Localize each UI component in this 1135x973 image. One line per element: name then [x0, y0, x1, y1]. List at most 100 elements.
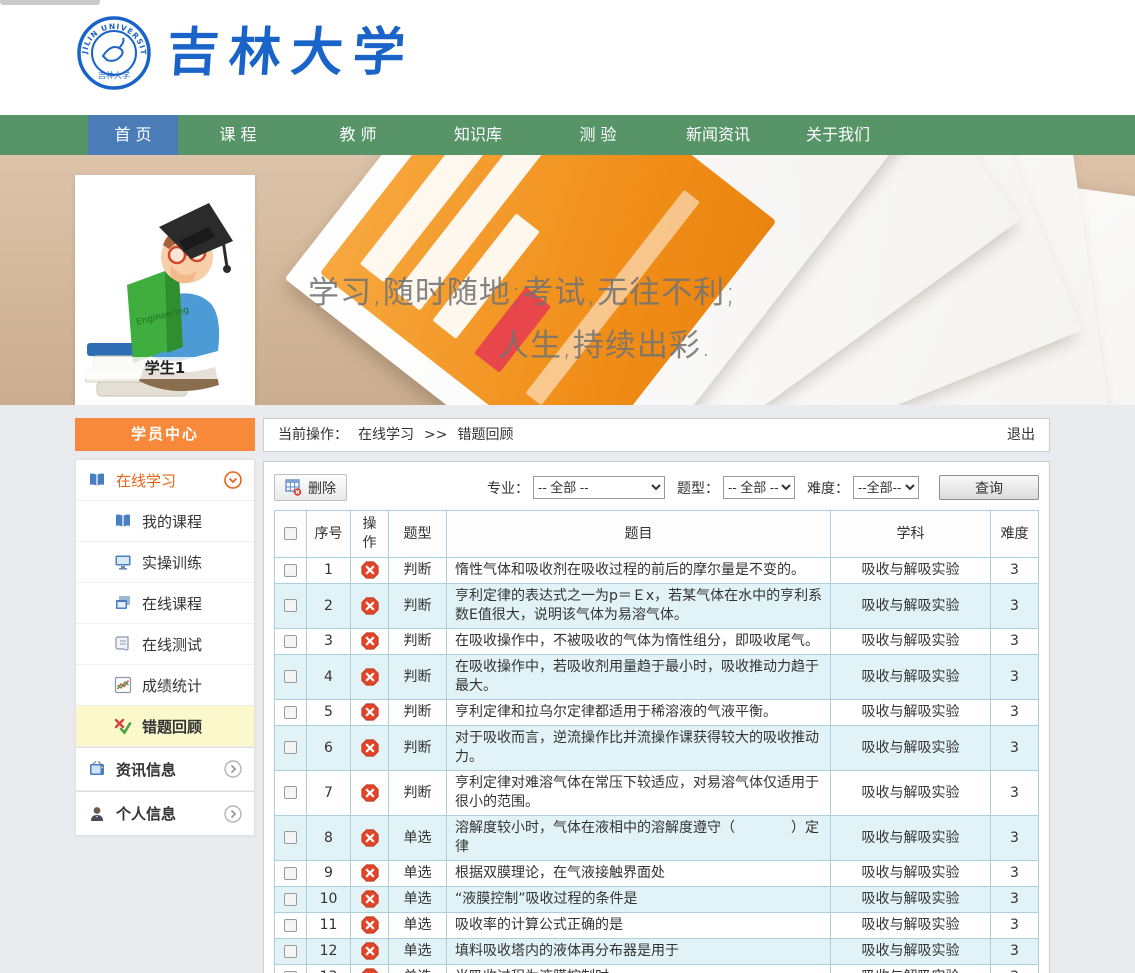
- row-checkbox[interactable]: [284, 919, 297, 932]
- question-difficulty: 3: [991, 629, 1039, 655]
- row-checkbox[interactable]: [284, 867, 297, 880]
- question-subject: 吸收与解吸实验: [831, 558, 991, 584]
- question-type: 判断: [389, 558, 447, 584]
- question-subject: 吸收与解吸实验: [831, 655, 991, 700]
- nav-item-about[interactable]: 关于我们: [778, 115, 898, 155]
- row-checkbox[interactable]: [284, 706, 297, 719]
- table-row: 5 判断 亨利定律和拉乌尔定律都适用于稀溶液的气液平衡。 吸收与解吸实验 3: [275, 700, 1039, 726]
- table-row: 7 判断 亨利定律对难溶气体在常压下较适应，对易溶气体仅适用于很小的范围。 吸收…: [275, 771, 1039, 816]
- col-header-no: 序号: [307, 511, 351, 558]
- question-difficulty: 3: [991, 558, 1039, 584]
- sidebar-item-personal-info[interactable]: 个人信息: [76, 791, 254, 835]
- remove-row-icon[interactable]: [361, 890, 379, 908]
- filter-major-label: 专业：: [487, 478, 529, 498]
- sidebar: 学员中心 在线学习 我的课程: [75, 418, 255, 836]
- remove-row-icon[interactable]: [361, 632, 379, 650]
- question-difficulty: 3: [991, 887, 1039, 913]
- chart-icon: [114, 676, 132, 694]
- chevron-down-circle-icon: [224, 471, 242, 489]
- sidebar-item-score-statistics[interactable]: 成绩统计: [76, 665, 254, 706]
- question-type: 判断: [389, 700, 447, 726]
- question-type: 判断: [389, 726, 447, 771]
- remove-row-icon[interactable]: [361, 916, 379, 934]
- remove-row-icon[interactable]: [361, 784, 379, 802]
- logout-link[interactable]: 退出: [1007, 419, 1035, 451]
- row-checkbox[interactable]: [284, 831, 297, 844]
- question-subject: 吸收与解吸实验: [831, 700, 991, 726]
- remove-row-icon[interactable]: [361, 668, 379, 686]
- sidebar-item-news-info[interactable]: 资讯信息: [76, 747, 254, 791]
- wrong-question-table: 序号 操作 题型 题目 学科 难度 1: [274, 510, 1039, 973]
- question-text: 在吸收操作中，不被吸收的气体为惰性组分，即吸收尾气。: [447, 629, 831, 655]
- site-title: 吉林大学: [165, 27, 417, 79]
- sidebar-item-wrong-question-review[interactable]: 错题回顾: [76, 706, 254, 747]
- remove-row-icon[interactable]: [361, 829, 379, 847]
- remove-row-icon[interactable]: [361, 561, 379, 579]
- chevron-right-circle-icon: [224, 805, 242, 823]
- question-type: 单选: [389, 913, 447, 939]
- question-subject: 吸收与解吸实验: [831, 861, 991, 887]
- remove-row-icon[interactable]: [361, 703, 379, 721]
- question-text: 根据双膜理论，在气液接触界面处: [447, 861, 831, 887]
- remove-row-icon[interactable]: [361, 739, 379, 757]
- logo-link[interactable]: JILIN UNIVERSITY CHINA 吉林大学 吉林大学: [75, 14, 415, 92]
- table-body: 1 判断 惰性气体和吸收剂在吸收过程的前后的摩尔量是不变的。 吸收与解吸实验 3: [275, 558, 1039, 973]
- question-text: 亨利定律和拉乌尔定律都适用于稀溶液的气液平衡。: [447, 700, 831, 726]
- browser-artifact: [0, 0, 100, 5]
- remove-row-icon[interactable]: [361, 942, 379, 960]
- nav-item-teachers[interactable]: 教 师: [298, 115, 418, 155]
- question-subject: 吸收与解吸实验: [831, 584, 991, 629]
- query-button[interactable]: 查询: [939, 475, 1039, 500]
- nav-item-courses[interactable]: 课 程: [178, 115, 298, 155]
- question-text: 当吸收过程为液膜控制时: [447, 965, 831, 973]
- row-checkbox[interactable]: [284, 670, 297, 683]
- question-subject: 吸收与解吸实验: [831, 771, 991, 816]
- sidebar-item-my-courses[interactable]: 我的课程: [76, 501, 254, 542]
- row-number: 10: [307, 887, 351, 913]
- student-name-label: 学生1: [75, 357, 255, 379]
- question-text: 亨利定律对难溶气体在常压下较适应，对易溶气体仅适用于很小的范围。: [447, 771, 831, 816]
- delete-button[interactable]: 删除: [274, 474, 347, 501]
- nav-item-quiz[interactable]: 测 验: [538, 115, 658, 155]
- nav-item-news[interactable]: 新闻资讯: [658, 115, 778, 155]
- row-checkbox[interactable]: [284, 564, 297, 577]
- breadcrumb-label: 当前操作：: [278, 419, 348, 451]
- question-type: 判断: [389, 655, 447, 700]
- question-type: 单选: [389, 816, 447, 861]
- question-difficulty: 3: [991, 965, 1039, 973]
- wrong-check-icon: [114, 717, 132, 735]
- row-number: 1: [307, 558, 351, 584]
- question-difficulty: 3: [991, 584, 1039, 629]
- remove-row-icon[interactable]: [361, 864, 379, 882]
- table-row: 9 单选 根据双膜理论，在气液接触界面处 吸收与解吸实验 3: [275, 861, 1039, 887]
- question-text: 在吸收操作中，若吸收剂用量趋于最小时，吸收推动力趋于最大。: [447, 655, 831, 700]
- sidebar-item-online-test[interactable]: 在线测试: [76, 624, 254, 665]
- sidebar-header: 学员中心: [75, 418, 255, 451]
- row-checkbox[interactable]: [284, 635, 297, 648]
- filter-major-select[interactable]: -- 全部 --: [533, 476, 665, 499]
- question-text: “液膜控制”吸收过程的条件是: [447, 887, 831, 913]
- row-checkbox[interactable]: [284, 741, 297, 754]
- table-row: 2 判断 亨利定律的表达式之一为p＝Ｅx，若某气体在水中的亨利系数E值很大，说明…: [275, 584, 1039, 629]
- question-type: 单选: [389, 965, 447, 973]
- remove-row-icon[interactable]: [361, 597, 379, 615]
- sidebar-item-practice-training[interactable]: 实操训练: [76, 542, 254, 583]
- row-number: 6: [307, 726, 351, 771]
- breadcrumb-online-learning[interactable]: 在线学习: [358, 419, 414, 451]
- filter-difficulty-label: 难度：: [807, 478, 849, 498]
- select-all-checkbox[interactable]: [284, 527, 297, 540]
- table-row: 12 单选 填料吸收塔内的液体再分布器是用于 吸收与解吸实验 3: [275, 939, 1039, 965]
- sidebar-item-online-courses[interactable]: 在线课程: [76, 583, 254, 624]
- row-number: 4: [307, 655, 351, 700]
- filter-qtype-select[interactable]: -- 全部 --: [723, 476, 795, 499]
- row-checkbox[interactable]: [284, 599, 297, 612]
- row-checkbox[interactable]: [284, 945, 297, 958]
- nav-item-knowledge[interactable]: 知识库: [418, 115, 538, 155]
- sidebar-item-online-learning[interactable]: 在线学习: [76, 460, 254, 501]
- row-checkbox[interactable]: [284, 786, 297, 799]
- row-checkbox[interactable]: [284, 893, 297, 906]
- filter-difficulty-select[interactable]: --全部--: [853, 476, 919, 499]
- book-icon: [114, 512, 132, 530]
- remove-row-icon[interactable]: [361, 968, 379, 973]
- nav-item-home[interactable]: 首 页: [88, 115, 178, 155]
